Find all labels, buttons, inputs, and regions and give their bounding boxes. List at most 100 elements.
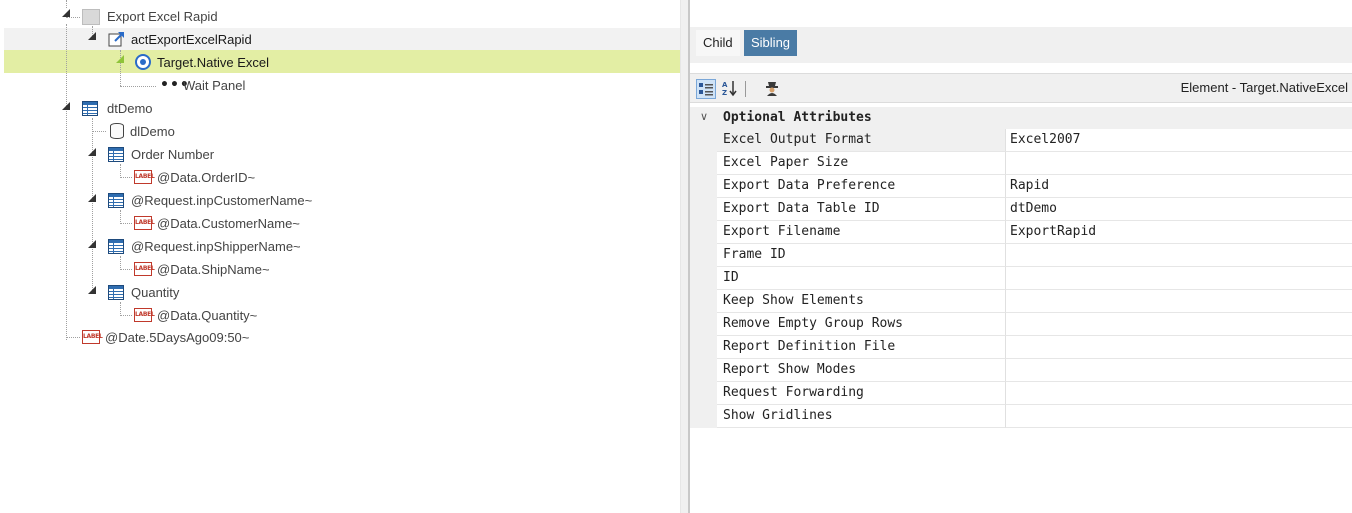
svg-text:A: A xyxy=(722,81,728,89)
property-name: Request Forwarding xyxy=(717,382,1006,405)
property-row[interactable]: Excel Paper Size xyxy=(690,152,1352,175)
expanded-arrow-icon[interactable] xyxy=(88,286,96,294)
datalayer-icon xyxy=(110,123,124,139)
tree-line xyxy=(120,315,132,316)
tree-line xyxy=(66,17,80,18)
tree-node-label[interactable]: dlDemo xyxy=(130,124,175,139)
toolbar-separator xyxy=(745,81,746,97)
property-value[interactable]: Rapid xyxy=(1006,175,1352,198)
tree-node-label[interactable]: dtDemo xyxy=(107,101,153,116)
property-value[interactable] xyxy=(1006,313,1352,336)
tree-hover-row xyxy=(4,28,680,50)
property-grid-toolbar: AZ Element - Target.NativeExcel xyxy=(690,73,1352,103)
label-icon: LABEL xyxy=(134,262,155,276)
property-name: ID xyxy=(717,267,1006,290)
property-row[interactable]: Export Filename ExportRapid xyxy=(690,221,1352,244)
inspector-icon[interactable] xyxy=(762,79,782,99)
tree-line xyxy=(120,164,121,178)
property-row[interactable]: Keep Show Elements xyxy=(690,290,1352,313)
category-header[interactable]: ∨ Optional Attributes xyxy=(690,107,1352,129)
property-value[interactable] xyxy=(1006,290,1352,313)
property-name: Export Filename xyxy=(717,221,1006,244)
element-tree[interactable]: Export Excel Rapid actExportExcelRapid T… xyxy=(0,0,680,513)
tree-node-label[interactable]: @Data.ShipName~ xyxy=(157,262,270,277)
tree-node-label[interactable]: Export Excel Rapid xyxy=(107,9,218,24)
label-icon: LABEL xyxy=(82,330,103,344)
property-row[interactable]: Request Forwarding xyxy=(690,382,1352,405)
tree-line xyxy=(120,269,132,270)
tree-line xyxy=(120,86,156,87)
tree-node-label[interactable]: @Date.5DaysAgo09:50~ xyxy=(105,330,249,345)
property-value[interactable] xyxy=(1006,405,1352,428)
tree-node-label[interactable]: Order Number xyxy=(131,147,214,162)
expanded-arrow-icon[interactable] xyxy=(88,148,96,156)
tree-line xyxy=(120,302,121,316)
property-name: Report Show Modes xyxy=(717,359,1006,382)
property-name: Export Data Preference xyxy=(717,175,1006,198)
tree-node-label[interactable]: @Data.CustomerName~ xyxy=(157,216,300,231)
tree-line xyxy=(120,256,121,270)
tree-node-label[interactable]: actExportExcelRapid xyxy=(131,32,252,47)
categorized-view-icon[interactable] xyxy=(696,79,716,99)
tree-line xyxy=(92,131,106,132)
property-name: Show Gridlines xyxy=(717,405,1006,428)
action-icon xyxy=(108,30,126,48)
properties-panel: Child Sibling AZ Element - Target.Native… xyxy=(690,0,1352,513)
column-icon xyxy=(108,239,124,254)
property-value[interactable] xyxy=(1006,382,1352,405)
column-icon xyxy=(108,193,124,208)
property-row[interactable]: Show Gridlines xyxy=(690,405,1352,428)
insert-tabs-bar: Child Sibling xyxy=(690,27,1352,63)
property-value[interactable] xyxy=(1006,267,1352,290)
property-value[interactable]: ExportRapid xyxy=(1006,221,1352,244)
tree-node-label[interactable]: @Data.OrderID~ xyxy=(157,170,255,185)
table-icon xyxy=(82,101,98,116)
property-row[interactable]: Report Show Modes xyxy=(690,359,1352,382)
property-name: Export Data Table ID xyxy=(717,198,1006,221)
property-name: Frame ID xyxy=(717,244,1006,267)
tree-node-label[interactable]: Wait Panel xyxy=(183,78,245,93)
column-icon xyxy=(108,147,124,162)
expanded-arrow-icon[interactable] xyxy=(88,240,96,248)
property-value[interactable] xyxy=(1006,336,1352,359)
property-grid: ∨ Optional Attributes Excel Output Forma… xyxy=(690,107,1352,428)
expanded-arrow-icon[interactable] xyxy=(116,55,124,63)
tree-node-label[interactable]: Quantity xyxy=(131,285,179,300)
property-row[interactable]: Report Definition File xyxy=(690,336,1352,359)
property-name: Remove Empty Group Rows xyxy=(717,313,1006,336)
tree-line xyxy=(66,0,67,8)
property-row[interactable]: Frame ID xyxy=(690,244,1352,267)
property-row[interactable]: Export Data Preference Rapid xyxy=(690,175,1352,198)
expanded-arrow-icon[interactable] xyxy=(62,102,70,110)
alphabetical-sort-icon[interactable]: AZ xyxy=(720,79,740,99)
property-row[interactable]: ID xyxy=(690,267,1352,290)
property-name: Report Definition File xyxy=(717,336,1006,359)
panel-top-band xyxy=(690,0,1352,27)
property-name: Keep Show Elements xyxy=(717,290,1006,313)
tree-node-label-selected[interactable]: Target.Native Excel xyxy=(157,55,269,70)
tree-node-label[interactable]: @Data.Quantity~ xyxy=(157,308,257,323)
expanded-arrow-icon[interactable] xyxy=(88,32,96,40)
property-value[interactable] xyxy=(1006,152,1352,175)
tree-node-label[interactable]: @Request.inpCustomerName~ xyxy=(131,193,312,208)
property-value[interactable] xyxy=(1006,359,1352,382)
tab-child[interactable]: Child xyxy=(696,30,740,56)
property-row[interactable]: Excel Output Format Excel2007 xyxy=(690,129,1352,152)
panel-splitter[interactable] xyxy=(680,0,690,513)
tree-line xyxy=(92,118,93,294)
expanded-arrow-icon[interactable] xyxy=(62,9,70,17)
tree-node-label[interactable]: @Request.inpShipperName~ xyxy=(131,239,301,254)
label-icon: LABEL xyxy=(134,308,155,322)
property-value[interactable]: dtDemo xyxy=(1006,198,1352,221)
chevron-down-icon[interactable]: ∨ xyxy=(700,110,708,123)
tree-line xyxy=(66,337,80,338)
label-icon: LABEL xyxy=(134,170,155,184)
property-row[interactable]: Remove Empty Group Rows xyxy=(690,313,1352,336)
category-title: Optional Attributes xyxy=(723,110,872,125)
expanded-arrow-icon[interactable] xyxy=(88,194,96,202)
tab-sibling[interactable]: Sibling xyxy=(744,30,798,56)
property-row[interactable]: Export Data Table ID dtDemo xyxy=(690,198,1352,221)
selected-element-title: Element - Target.NativeExcel xyxy=(1180,80,1348,95)
property-value[interactable] xyxy=(1006,244,1352,267)
property-value[interactable]: Excel2007 xyxy=(1006,129,1352,152)
